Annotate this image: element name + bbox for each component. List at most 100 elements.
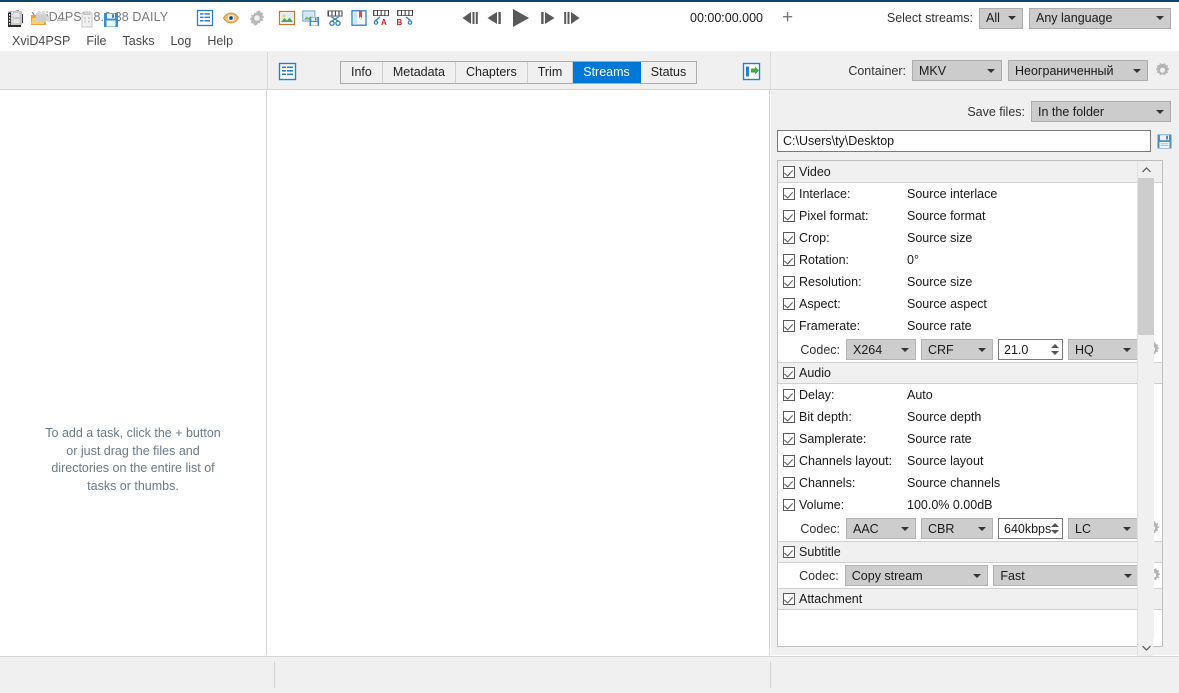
audio-group-checkbox[interactable]	[783, 367, 795, 379]
bookmark-icon[interactable]	[350, 9, 368, 27]
spinner-down-icon[interactable]	[1051, 351, 1059, 355]
menu-item-log[interactable]: Log	[162, 33, 199, 49]
image-icon[interactable]	[278, 9, 296, 27]
save-files-select[interactable]: In the folder	[1031, 101, 1171, 122]
eye-preview-icon[interactable]	[222, 9, 240, 27]
video-group-checkbox[interactable]	[783, 165, 795, 178]
pixel-format-checkbox[interactable]	[783, 210, 795, 222]
list-view-icon[interactable]	[278, 62, 297, 81]
setting-row-volume[interactable]: Volume: 100.0% 0.00dB	[778, 494, 1162, 516]
statusbar-edit-icons	[278, 0, 368, 36]
gear-icon[interactable]	[248, 9, 266, 27]
add-task-button[interactable]: +	[782, 0, 793, 36]
gear-icon[interactable]	[1154, 62, 1171, 79]
task-list-panel[interactable]: To add a task, click the + button or jus…	[0, 90, 267, 655]
framerate-checkbox[interactable]	[783, 320, 795, 332]
setting-row-framerate[interactable]: Framerate: Source rate	[778, 315, 1162, 337]
audio-codec-value: AAC	[853, 521, 879, 536]
play-icon[interactable]	[508, 6, 534, 30]
attachment-group-checkbox[interactable]	[783, 593, 795, 605]
container-select[interactable]: MKV	[912, 60, 1002, 81]
subtitle-preset-select[interactable]: Fast	[993, 565, 1139, 586]
spinner-up-icon[interactable]	[1051, 523, 1059, 527]
video-codec-label: Codec:	[800, 342, 840, 357]
setting-row-resolution[interactable]: Resolution: Source size	[778, 271, 1162, 293]
group-header-video[interactable]: Video	[778, 161, 1162, 183]
audio-codec-select[interactable]: AAC	[846, 518, 916, 539]
next-frame-fast-icon[interactable]	[562, 8, 582, 28]
group-header-attachment[interactable]: Attachment	[778, 588, 1162, 610]
video-mode-select[interactable]: CRF	[921, 339, 993, 360]
statusbar-divider-1	[274, 662, 275, 688]
select-streams-dropdown[interactable]: All	[979, 7, 1023, 29]
setting-row-bit-depth[interactable]: Bit depth: Source depth	[778, 406, 1162, 428]
video-preset-select[interactable]: HQ	[1068, 339, 1138, 360]
list-view-icon[interactable]	[196, 9, 214, 27]
prev-frame-fast-icon[interactable]	[460, 8, 480, 28]
tab-chapters[interactable]: Chapters	[456, 62, 528, 83]
tab-trim[interactable]: Trim	[528, 62, 574, 83]
video-codec-select[interactable]: X264	[846, 339, 916, 360]
select-streams-value: All	[986, 11, 1000, 25]
aspect-checkbox[interactable]	[783, 298, 795, 310]
spinner-up-icon[interactable]	[1051, 344, 1059, 348]
samplerate-checkbox[interactable]	[783, 433, 795, 445]
spinner-down-icon[interactable]	[1051, 530, 1059, 534]
setting-row-channels-layout[interactable]: Channels layout: Source layout	[778, 450, 1162, 472]
scroll-down-button[interactable]	[1138, 639, 1154, 656]
statusbar-left-icons	[8, 0, 52, 36]
scroll-up-button[interactable]	[1138, 161, 1154, 178]
export-arrow-icon[interactable]	[742, 62, 761, 81]
audio-mode-select[interactable]: CBR	[921, 518, 993, 539]
tab-streams[interactable]: Streams	[573, 62, 641, 83]
subtitle-codec-select[interactable]: Copy stream	[844, 565, 989, 586]
channels-checkbox[interactable]	[783, 477, 795, 489]
profile-select[interactable]: Неограниченный	[1008, 60, 1148, 81]
audio-bitrate-input[interactable]: 640kbps	[998, 518, 1063, 539]
prev-frame-icon[interactable]	[484, 8, 504, 28]
rotation-checkbox[interactable]	[783, 254, 795, 266]
setting-row-aspect[interactable]: Aspect: Source aspect	[778, 293, 1162, 315]
remove-icon	[54, 11, 72, 29]
output-path-row: C:\Users\ty\Desktop	[777, 130, 1173, 152]
scrollbar-track[interactable]	[1138, 335, 1154, 639]
tab-info[interactable]: Info	[341, 62, 383, 83]
language-dropdown[interactable]: Any language	[1029, 7, 1171, 29]
bit-depth-checkbox[interactable]	[783, 411, 795, 423]
menu-item-tasks[interactable]: Tasks	[115, 33, 163, 49]
setting-row-crop[interactable]: Crop: Source size	[778, 227, 1162, 249]
setting-row-delay[interactable]: Delay: Auto	[778, 384, 1162, 406]
audio-preset-select[interactable]: LC	[1068, 518, 1138, 539]
resolution-checkbox[interactable]	[783, 276, 795, 288]
channels-layout-checkbox[interactable]	[783, 455, 795, 467]
chevron-down-icon	[987, 68, 995, 73]
trim-start-a-icon[interactable]: A	[372, 9, 390, 27]
setting-row-channels[interactable]: Channels: Source channels	[778, 472, 1162, 494]
next-frame-icon[interactable]	[538, 8, 558, 28]
setting-row-samplerate[interactable]: Samplerate: Source rate	[778, 428, 1162, 450]
scrollbar-thumb[interactable]	[1138, 178, 1154, 335]
setting-row-interlace[interactable]: Interlace: Source interlace	[778, 183, 1162, 205]
group-header-audio[interactable]: Audio	[778, 362, 1162, 384]
save-icon[interactable]	[102, 11, 120, 29]
video-preview-area[interactable]	[268, 90, 770, 655]
cut-film-icon[interactable]	[326, 9, 344, 27]
volume-checkbox[interactable]	[783, 499, 795, 511]
settings-scrollbar[interactable]	[1137, 161, 1154, 656]
setting-row-pixel-format[interactable]: Pixel format: Source format	[778, 205, 1162, 227]
stream-settings-panel: Save files: In the folder C:\Users\ty\De…	[771, 90, 1179, 655]
save-disk-icon[interactable]	[1156, 133, 1173, 150]
interlace-checkbox[interactable]	[783, 188, 795, 200]
trim-end-b-icon[interactable]: B	[396, 9, 414, 27]
video-quality-input[interactable]: 21.0	[998, 339, 1063, 360]
tab-status[interactable]: Status	[641, 62, 696, 83]
chevron-down-icon	[1156, 16, 1164, 20]
subtitle-group-checkbox[interactable]	[783, 546, 795, 558]
delay-checkbox[interactable]	[783, 389, 795, 401]
save-image-icon[interactable]	[302, 9, 320, 27]
output-path-input[interactable]: C:\Users\ty\Desktop	[777, 130, 1151, 152]
group-header-subtitle[interactable]: Subtitle ABC	[778, 541, 1162, 563]
crop-checkbox[interactable]	[783, 232, 795, 244]
setting-row-rotation[interactable]: Rotation: 0°	[778, 249, 1162, 271]
tab-metadata[interactable]: Metadata	[383, 62, 456, 83]
